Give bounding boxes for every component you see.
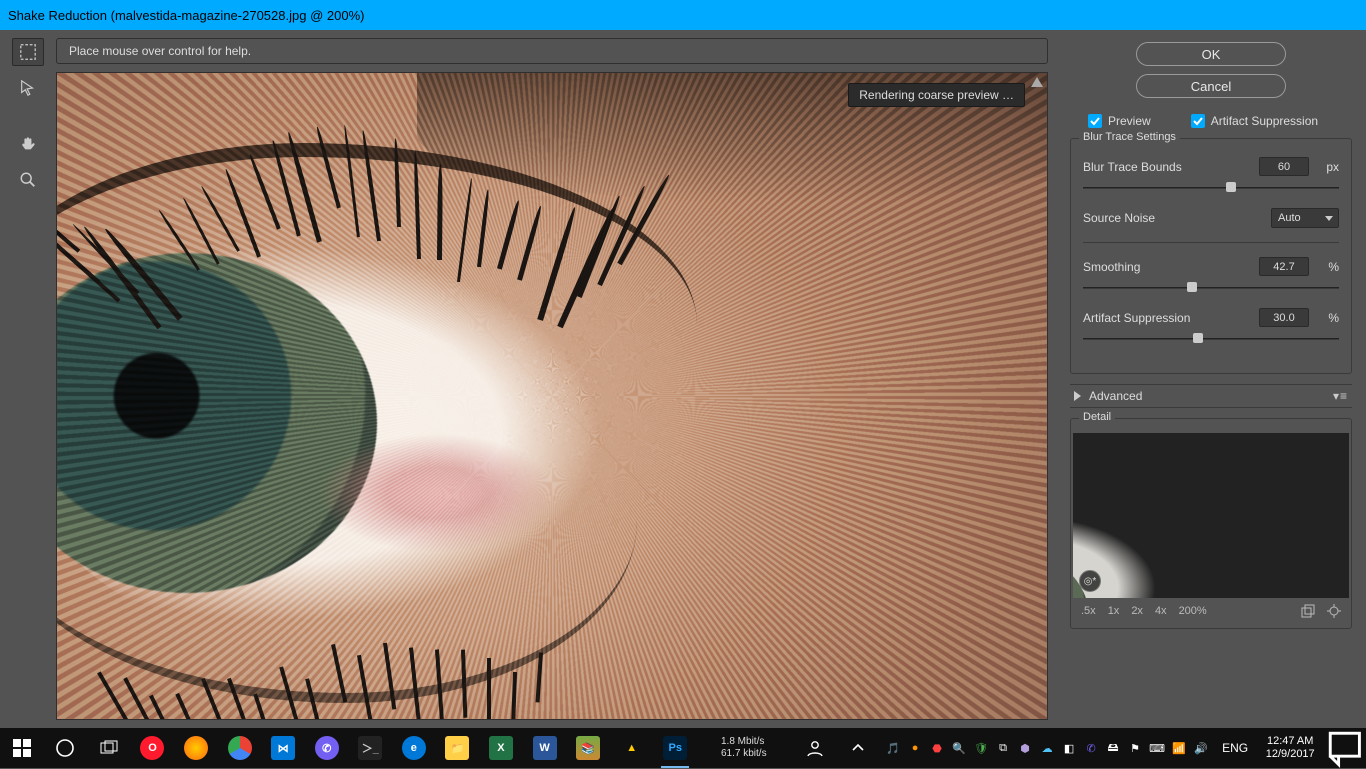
marquee-tool[interactable] xyxy=(12,38,44,66)
tray-icon[interactable]: ⬣ xyxy=(928,739,946,757)
settings-panel: OK Cancel Preview Artifact Suppression B… xyxy=(1056,30,1366,728)
taskbar-app-edge[interactable]: e xyxy=(392,728,436,768)
taskbar-app-photoshop[interactable]: Ps xyxy=(653,728,697,768)
cancel-button[interactable]: Cancel xyxy=(1136,74,1286,98)
zoom-tool[interactable] xyxy=(12,166,44,194)
taskbar-app-excel[interactable]: X xyxy=(479,728,523,768)
loupe-icon[interactable]: ◎* xyxy=(1079,570,1101,592)
tray-icon[interactable]: ● xyxy=(906,739,924,757)
tray-icon[interactable]: 🔍 xyxy=(950,739,968,757)
wifi-icon[interactable]: 📶 xyxy=(1170,739,1188,757)
network-meter: 1.8 Mbit/s 61.7 kbit/s xyxy=(717,736,793,760)
tray-icon[interactable]: ◧ xyxy=(1060,739,1078,757)
checkmark-icon xyxy=(1191,114,1205,128)
direct-select-tool[interactable] xyxy=(12,74,44,102)
zoom-2x[interactable]: 2x xyxy=(1131,605,1143,617)
taskbar-app-vscode[interactable]: ⋈ xyxy=(261,728,305,768)
tray-icon[interactable]: ⚑ xyxy=(1126,739,1144,757)
artifact-supp-slider[interactable] xyxy=(1083,331,1339,345)
target-icon[interactable] xyxy=(1327,604,1341,618)
blur-trace-bounds-input[interactable] xyxy=(1259,157,1309,176)
smoothing-input[interactable] xyxy=(1259,257,1309,276)
window-titlebar: Shake Reduction (malvestida-magazine-270… xyxy=(0,0,1366,30)
taskbar-app-terminal[interactable]: ＞_ xyxy=(349,728,393,768)
task-view-button[interactable] xyxy=(87,728,131,768)
image-preview[interactable]: Rendering coarse preview … xyxy=(56,72,1048,720)
volume-icon[interactable]: 🔊 xyxy=(1192,739,1210,757)
help-bar: Place mouse over control for help. xyxy=(56,38,1048,64)
detail-fieldset: Detail ◎* .5x 1x 2x 4x 200% xyxy=(1070,418,1352,629)
tray-expand-icon[interactable] xyxy=(837,728,881,768)
detail-preview[interactable]: ◎* xyxy=(1073,433,1349,598)
start-button[interactable] xyxy=(0,728,44,768)
advanced-toggle[interactable]: Advanced ▾≡ xyxy=(1070,384,1352,408)
blur-trace-fieldset: Blur Trace Settings Blur Trace Bounds px… xyxy=(1070,138,1352,374)
triangle-right-icon xyxy=(1074,391,1081,401)
hand-tool[interactable] xyxy=(12,130,44,158)
smoothing-slider[interactable] xyxy=(1083,280,1339,294)
window-title: Shake Reduction (malvestida-magazine-270… xyxy=(8,8,364,23)
cortana-button[interactable] xyxy=(44,728,88,768)
undock-icon[interactable] xyxy=(1301,604,1315,618)
zoom-4x[interactable]: 4x xyxy=(1155,605,1167,617)
checkmark-icon xyxy=(1088,114,1102,128)
clock[interactable]: 12:47 AM 12/9/2017 xyxy=(1256,735,1324,761)
taskbar-app-firefox[interactable] xyxy=(174,728,218,768)
source-noise-dropdown[interactable]: Auto xyxy=(1271,208,1339,228)
tray-icon[interactable]: 🎵 xyxy=(884,739,902,757)
action-center-icon[interactable] xyxy=(1324,727,1366,769)
windows-taskbar[interactable]: O ⋈ ✆ ＞_ e 📁 X W 📚 ▲ Ps 1.8 Mbit/s 61.7 … xyxy=(0,728,1366,768)
smoothing-label: Smoothing xyxy=(1083,260,1259,274)
artifact-supp-label: Artifact Suppression xyxy=(1083,311,1259,325)
artifact-supp-input[interactable] xyxy=(1259,308,1309,327)
render-status: Rendering coarse preview … xyxy=(848,83,1025,107)
taskbar-app-potplayer[interactable]: ▲ xyxy=(610,728,654,768)
blur-trace-bounds-slider[interactable] xyxy=(1083,180,1339,194)
tray-icon[interactable]: ☁ xyxy=(1038,739,1056,757)
panel-menu-icon[interactable]: ▾≡ xyxy=(1333,389,1348,403)
taskbar-app-viber[interactable]: ✆ xyxy=(305,728,349,768)
source-noise-label: Source Noise xyxy=(1083,211,1271,225)
tray-icon[interactable]: 🛡 xyxy=(972,739,990,757)
language-indicator[interactable]: ENG xyxy=(1214,741,1256,755)
zoom-half[interactable]: .5x xyxy=(1081,605,1096,617)
tool-column xyxy=(0,30,56,728)
preview-checkbox[interactable]: Preview xyxy=(1088,114,1151,128)
zoom-1x[interactable]: 1x xyxy=(1108,605,1120,617)
tray-icon[interactable]: ✆ xyxy=(1082,739,1100,757)
tray-icon[interactable]: ⌨ xyxy=(1148,739,1166,757)
tray-icon[interactable]: ⧉ xyxy=(994,739,1012,757)
taskbar-app-explorer[interactable]: 📁 xyxy=(436,728,480,768)
ok-button[interactable]: OK xyxy=(1136,42,1286,66)
tray-icon[interactable]: ⬢ xyxy=(1016,739,1034,757)
taskbar-app-winrar[interactable]: 📚 xyxy=(566,728,610,768)
zoom-current: 200% xyxy=(1179,605,1207,617)
taskbar-app-opera[interactable]: O xyxy=(131,728,175,768)
artifact-checkbox[interactable]: Artifact Suppression xyxy=(1191,114,1318,128)
taskbar-app-word[interactable]: W xyxy=(523,728,567,768)
scroll-up-icon[interactable] xyxy=(1031,77,1043,87)
blur-trace-bounds-label: Blur Trace Bounds xyxy=(1083,160,1259,174)
people-icon[interactable] xyxy=(793,728,837,768)
taskbar-app-chrome[interactable] xyxy=(218,728,262,768)
system-tray[interactable]: 🎵 ● ⬣ 🔍 🛡 ⧉ ⬢ ☁ ◧ ✆ 🖴 ⚑ ⌨ 📶 🔊 xyxy=(880,739,1214,757)
tray-icon[interactable]: 🖴 xyxy=(1104,739,1122,757)
